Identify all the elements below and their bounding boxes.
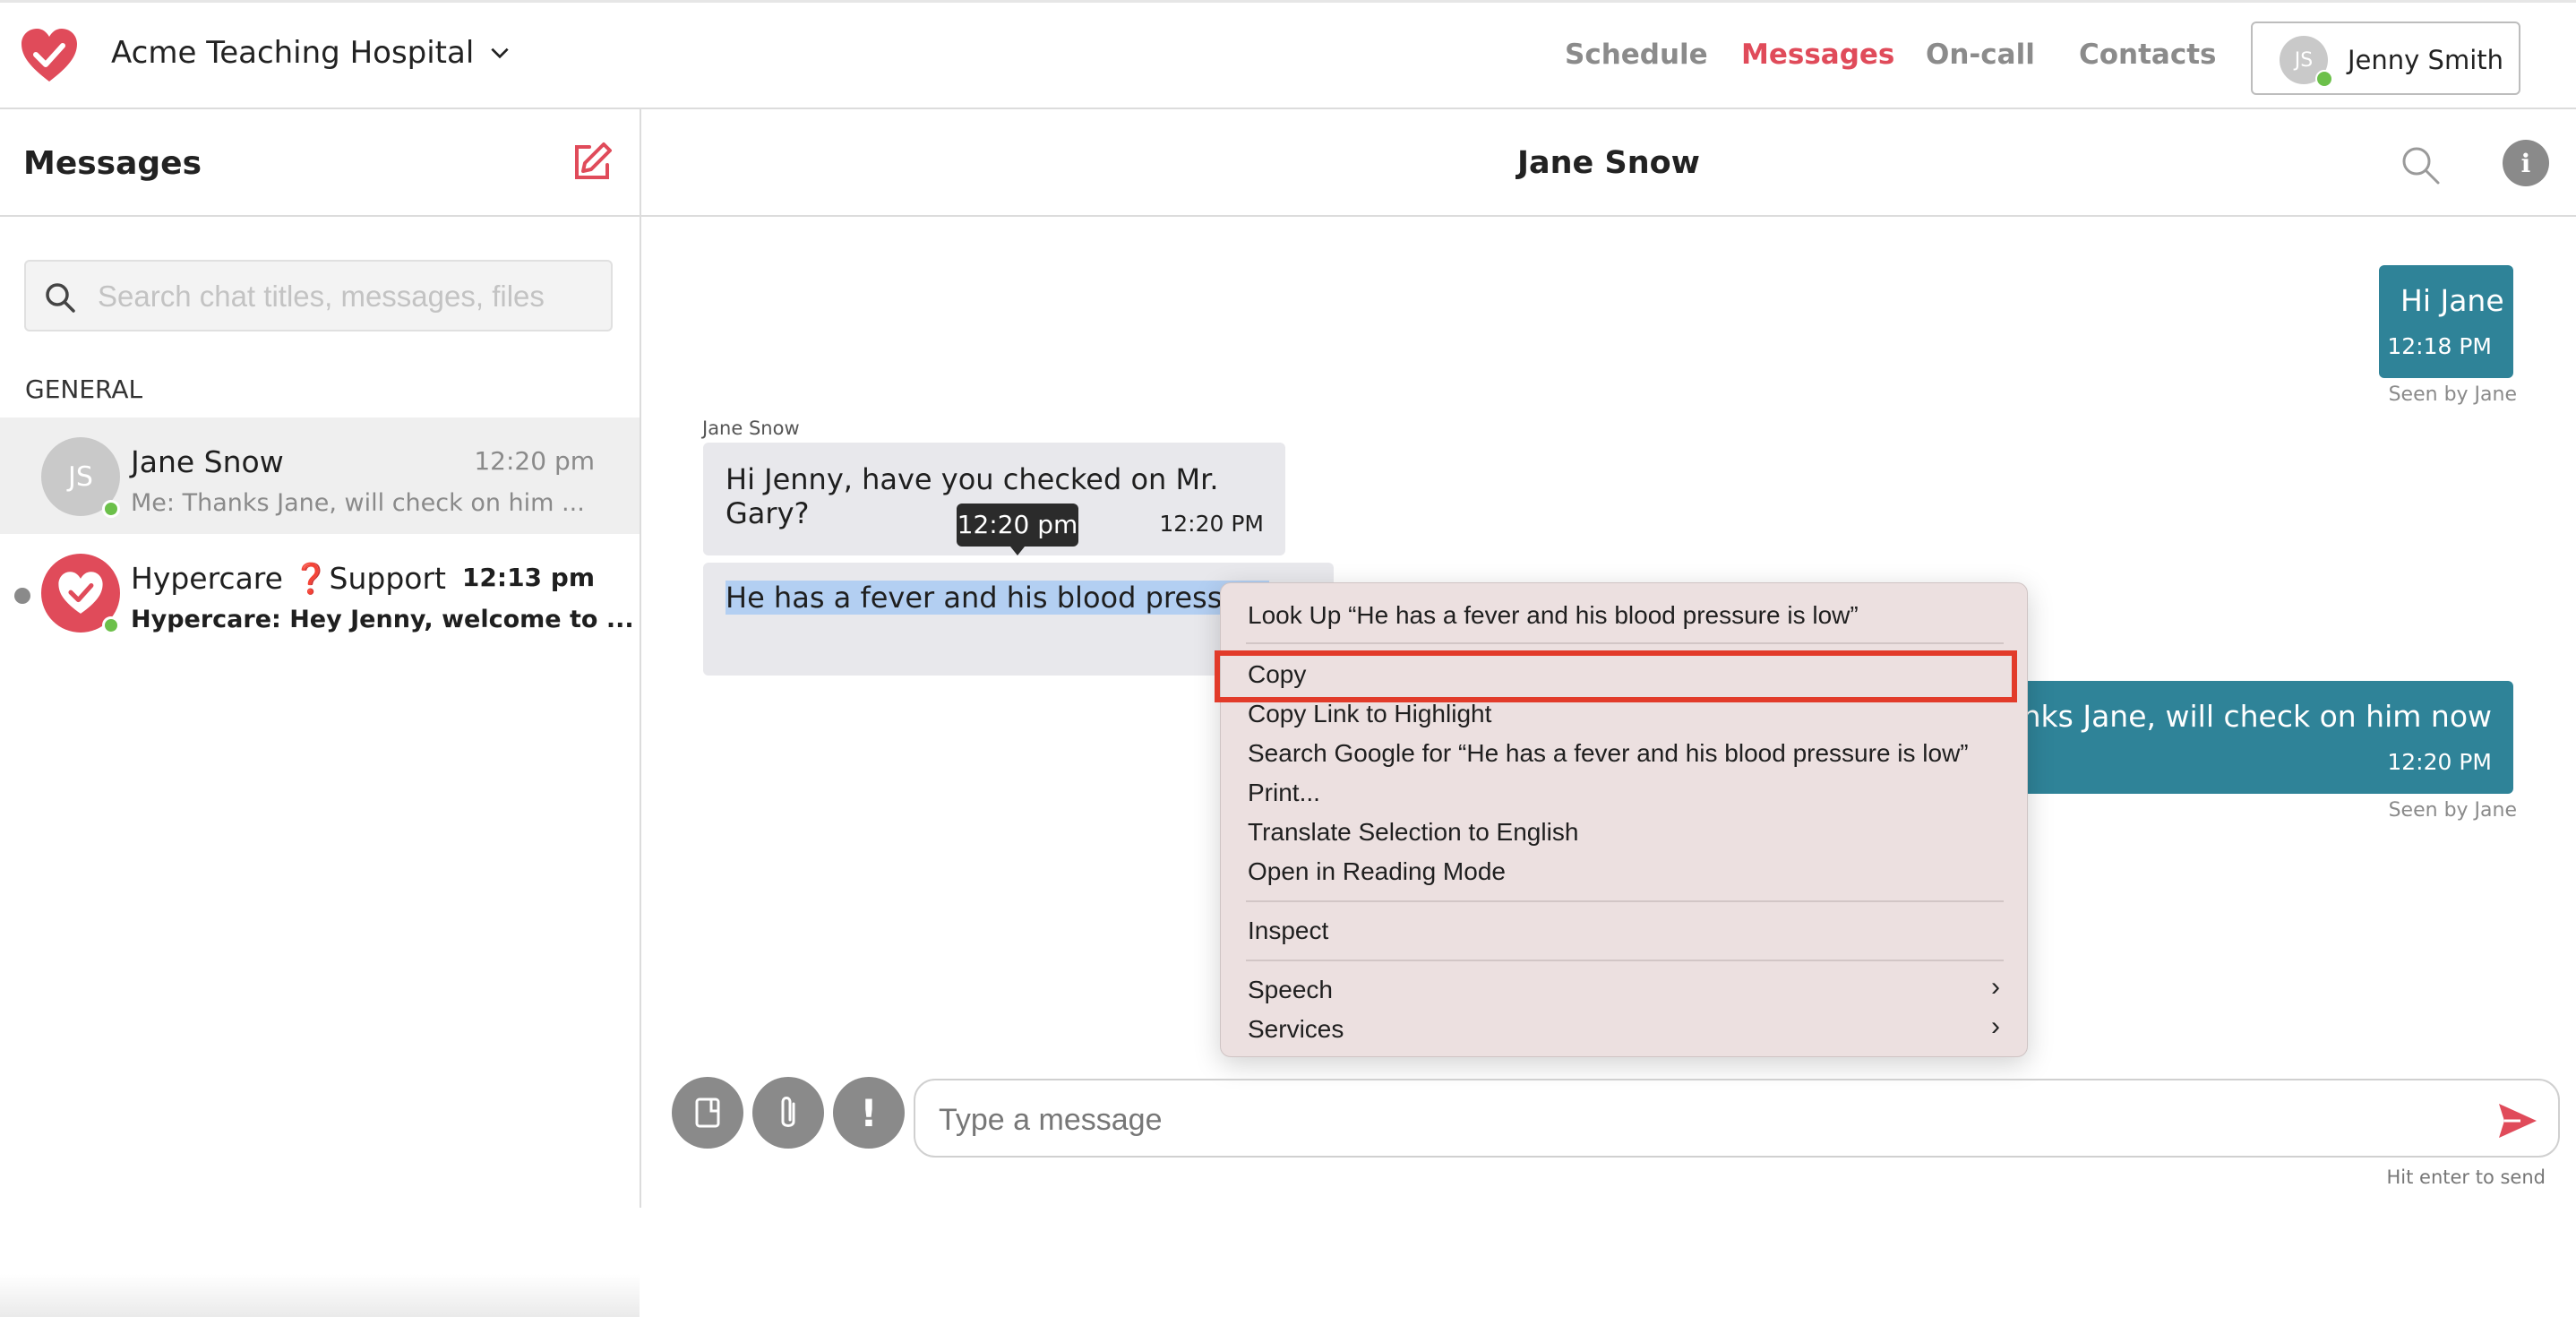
menu-item-services[interactable]: Services bbox=[1248, 1015, 1344, 1044]
chat-name-prefix: Hypercare bbox=[131, 561, 283, 596]
message-text: He has a fever and his blood pressure bbox=[726, 577, 1269, 618]
nav-on-call[interactable]: On-call bbox=[1926, 39, 2035, 71]
chat-name: Hypercare ❓Support bbox=[131, 561, 446, 597]
attach-button[interactable] bbox=[752, 1077, 824, 1149]
menu-item-speech[interactable]: Speech bbox=[1248, 976, 1333, 1004]
hospital-name: Acme Teaching Hospital bbox=[111, 35, 475, 71]
chevron-right-icon: › bbox=[1991, 1011, 2000, 1041]
nav-messages[interactable]: Messages bbox=[1741, 39, 1894, 71]
chat-item-jane-snow[interactable]: JS Jane Snow 12:20 pm Me: Thanks Jane, w… bbox=[0, 417, 640, 534]
menu-item-print[interactable]: Print... bbox=[1248, 779, 1320, 807]
heart-check-icon bbox=[58, 572, 103, 614]
selected-text[interactable]: He has a fever and his blood pressure bbox=[726, 581, 1269, 615]
hypercare-heart-logo[interactable] bbox=[20, 28, 79, 83]
chat-name: Jane Snow bbox=[131, 444, 284, 479]
chat-preview: Hypercare: Hey Jenny, welcome to ... bbox=[131, 606, 634, 633]
sidebar-bottom-shadow bbox=[0, 1274, 640, 1317]
hospital-selector[interactable]: Acme Teaching Hospital bbox=[111, 35, 511, 71]
menu-divider bbox=[1246, 960, 2004, 961]
message-text: Hi Jane bbox=[2400, 283, 2504, 318]
online-status-dot bbox=[2315, 70, 2333, 88]
search-icon[interactable] bbox=[2399, 143, 2442, 186]
menu-item-search-google[interactable]: Search Google for “He has a fever and hi… bbox=[1248, 739, 1969, 768]
menu-item-reading-mode[interactable]: Open in Reading Mode bbox=[1248, 857, 1506, 886]
sidebar-title: Messages bbox=[23, 145, 202, 182]
menu-divider bbox=[1246, 642, 2004, 644]
exclamation-icon: ! bbox=[860, 1090, 878, 1135]
menu-item-copy-link-to-highlight[interactable]: Copy Link to Highlight bbox=[1248, 700, 1491, 728]
online-status-dot bbox=[102, 616, 120, 634]
chat-sidebar: Messages GENERAL JS Jane Snow 12:20 pm M… bbox=[0, 109, 641, 1317]
template-button[interactable] bbox=[672, 1077, 743, 1149]
copy-highlight-annotation bbox=[1215, 650, 2017, 702]
sidebar-header: Messages bbox=[0, 109, 640, 217]
chat-preview: Me: Thanks Jane, will check on him ... bbox=[131, 489, 585, 517]
conversation-title: Jane Snow bbox=[1517, 145, 1700, 181]
menu-item-translate[interactable]: Translate Selection to English bbox=[1248, 818, 1578, 847]
message-input-box[interactable] bbox=[914, 1079, 2560, 1158]
chat-item-hypercare-support[interactable]: Hypercare ❓Support 12:13 pm Hypercare: H… bbox=[0, 534, 640, 650]
unread-dot bbox=[14, 588, 30, 604]
message-composer: ! Hit enter to send bbox=[641, 1057, 2576, 1208]
conversation-header: Jane Snow i bbox=[641, 109, 2576, 217]
section-label-general: GENERAL bbox=[25, 374, 143, 404]
seen-receipt: Seen by Jane bbox=[2388, 799, 2517, 822]
user-menu-button[interactable]: JS Jenny Smith bbox=[2251, 22, 2520, 95]
message-time: 12:18 PM bbox=[2387, 333, 2492, 359]
user-name: Jenny Smith bbox=[2348, 45, 2503, 75]
message-input[interactable] bbox=[937, 1095, 2463, 1145]
chevron-right-icon: › bbox=[1991, 972, 2000, 1002]
search-icon bbox=[46, 283, 75, 313]
search-input[interactable] bbox=[96, 274, 601, 319]
menu-divider bbox=[1246, 900, 2004, 902]
chevron-down-icon bbox=[491, 47, 509, 59]
message-time: 12:20 PM bbox=[1159, 511, 1264, 537]
message-text: Thanks Jane, will check on him now bbox=[1967, 699, 2492, 734]
message-bubble-outgoing[interactable]: Hi Jane 12:18 PM bbox=[2379, 265, 2513, 378]
send-icon[interactable] bbox=[2495, 1098, 2540, 1143]
nav-schedule[interactable]: Schedule bbox=[1565, 39, 1708, 71]
compose-icon[interactable] bbox=[570, 140, 614, 185]
top-bar: Acme Teaching Hospital Schedule Messages… bbox=[0, 0, 2576, 109]
chat-name-suffix: Support bbox=[329, 561, 446, 596]
timestamp-tooltip: 12:20 pm bbox=[957, 504, 1078, 555]
info-icon[interactable]: i bbox=[2503, 140, 2549, 186]
menu-item-look-up[interactable]: Look Up “He has a fever and his blood pr… bbox=[1248, 601, 1859, 630]
message-time: 12:20 PM bbox=[2387, 749, 2492, 775]
chat-time: 12:20 pm bbox=[474, 446, 595, 476]
question-mark-icon: ❓ bbox=[292, 561, 330, 596]
seen-receipt: Seen by Jane bbox=[2388, 383, 2517, 406]
nav-contacts[interactable]: Contacts bbox=[2079, 39, 2217, 71]
message-bubble-outgoing[interactable]: Thanks Jane, will check on him now 12:20… bbox=[1953, 681, 2513, 794]
message-sender: Jane Snow bbox=[702, 417, 800, 439]
chat-time: 12:13 pm bbox=[461, 563, 595, 592]
composer-hint: Hit enter to send bbox=[2386, 1166, 2546, 1188]
online-status-dot bbox=[102, 500, 120, 518]
chat-search[interactable] bbox=[24, 260, 613, 331]
menu-item-inspect[interactable]: Inspect bbox=[1248, 917, 1328, 945]
priority-button[interactable]: ! bbox=[833, 1077, 905, 1149]
paperclip-icon bbox=[781, 1097, 795, 1127]
template-icon bbox=[695, 1098, 720, 1128]
